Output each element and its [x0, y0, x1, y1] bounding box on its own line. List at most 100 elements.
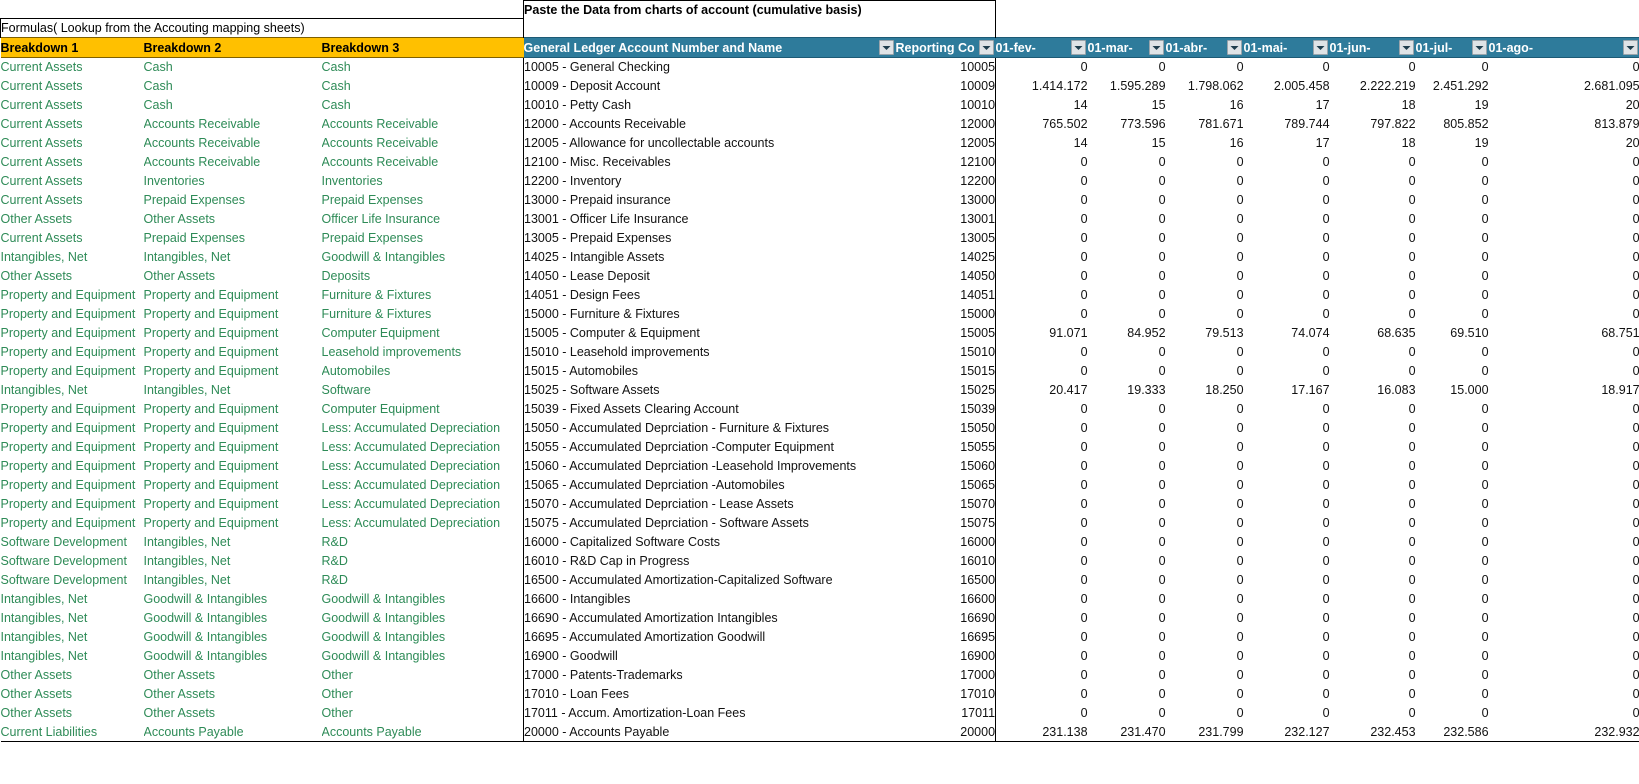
table-row[interactable]: Other Assets Other Assets Deposits 14050 - … — [1, 266, 1639, 286]
cell-period-5[interactable]: 0 — [1416, 286, 1489, 305]
header-period-5[interactable]: 01-jul- — [1415, 37, 1489, 58]
cell-breakdown-3[interactable]: Goodwill & Intangibles — [322, 609, 524, 628]
cell-reporting-code[interactable]: 17010 — [895, 684, 997, 704]
cell-period-0[interactable]: 0 — [996, 495, 1088, 514]
cell-period-4[interactable]: 0 — [1330, 552, 1416, 571]
cell-breakdown-3[interactable]: Less: Accumulated Depreciation — [322, 476, 524, 495]
table-row[interactable]: Current Assets Prepaid Expenses Prepaid Ex… — [1, 228, 1639, 248]
cell-gl-account[interactable]: 15025 - Software Assets — [523, 380, 896, 400]
cell-period-3[interactable]: 0 — [1244, 305, 1330, 324]
header-period-3[interactable]: 01-mai- — [1243, 37, 1330, 58]
cell-period-1[interactable]: 0 — [1088, 153, 1166, 172]
cell-reporting-code[interactable]: 15015 — [895, 361, 997, 381]
cell-period-0[interactable]: 0 — [996, 210, 1088, 229]
cell-period-2[interactable]: 781.671 — [1166, 115, 1243, 134]
cell-gl-account[interactable]: 13005 - Prepaid Expenses — [523, 228, 896, 248]
cell-breakdown-1[interactable]: Property and Equipment — [1, 362, 144, 381]
table-row[interactable]: Other Assets Other Assets Other 17011 - Acc… — [1, 703, 1639, 723]
cell-breakdown-1[interactable]: Intangibles, Net — [1, 590, 144, 609]
filter-dropdown-icon-period-0[interactable] — [1070, 40, 1086, 55]
cell-breakdown-2[interactable]: Accounts Receivable — [144, 153, 322, 172]
cell-period-6[interactable]: 0 — [1489, 647, 1639, 666]
filter-dropdown-icon-gl[interactable] — [878, 40, 894, 55]
cell-period-4[interactable]: 0 — [1330, 666, 1416, 685]
cell-breakdown-3[interactable]: Leasehold improvements — [322, 343, 524, 362]
cell-period-4[interactable]: 0 — [1330, 457, 1416, 476]
cell-period-0[interactable]: 14 — [996, 96, 1088, 115]
cell-period-6[interactable]: 0 — [1489, 267, 1639, 286]
table-row[interactable]: Software Development Intangibles, Net R&D 1… — [1, 570, 1639, 590]
cell-period-3[interactable]: 0 — [1244, 58, 1330, 77]
cell-period-4[interactable]: 0 — [1330, 210, 1416, 229]
filter-dropdown-icon-period-4[interactable] — [1398, 40, 1414, 55]
cell-period-3[interactable]: 0 — [1244, 191, 1330, 210]
cell-period-1[interactable]: 0 — [1088, 58, 1166, 77]
cell-period-0[interactable]: 0 — [996, 571, 1088, 590]
cell-period-6[interactable]: 0 — [1489, 571, 1639, 590]
cell-period-0[interactable]: 0 — [996, 647, 1088, 666]
cell-breakdown-1[interactable]: Software Development — [1, 571, 144, 590]
cell-period-4[interactable]: 18 — [1330, 96, 1416, 115]
cell-period-5[interactable]: 0 — [1416, 609, 1489, 628]
cell-period-5[interactable]: 0 — [1416, 248, 1489, 267]
cell-reporting-code[interactable]: 14050 — [895, 266, 997, 286]
header-period-0[interactable]: 01-fev- — [995, 37, 1088, 58]
cell-period-2[interactable]: 79.513 — [1166, 324, 1243, 343]
cell-breakdown-1[interactable]: Property and Equipment — [1, 476, 144, 495]
cell-reporting-code[interactable]: 12200 — [895, 171, 997, 191]
cell-period-0[interactable]: 0 — [996, 286, 1088, 305]
cell-reporting-code[interactable]: 15060 — [895, 456, 997, 476]
cell-period-5[interactable]: 0 — [1416, 305, 1489, 324]
cell-breakdown-2[interactable]: Property and Equipment — [144, 514, 322, 533]
cell-period-4[interactable]: 0 — [1330, 476, 1416, 495]
cell-period-4[interactable]: 0 — [1330, 571, 1416, 590]
table-row[interactable]: Intangibles, Net Goodwill & Intangibles Go… — [1, 608, 1639, 628]
header-period-1[interactable]: 01-mar- — [1087, 37, 1166, 58]
cell-period-0[interactable]: 0 — [996, 248, 1088, 267]
cell-period-6[interactable]: 0 — [1489, 495, 1639, 514]
cell-period-2[interactable]: 0 — [1166, 647, 1244, 666]
cell-period-4[interactable]: 0 — [1330, 685, 1416, 704]
cell-period-0[interactable]: 0 — [996, 362, 1088, 381]
cell-period-2[interactable]: 0 — [1166, 58, 1244, 77]
cell-period-3[interactable]: 789.744 — [1244, 115, 1329, 134]
cell-gl-account[interactable]: 16500 - Accumulated Amortization-Capital… — [523, 570, 896, 590]
cell-period-1[interactable]: 0 — [1088, 647, 1166, 666]
cell-period-5[interactable]: 15.000 — [1416, 381, 1488, 400]
cell-period-2[interactable]: 0 — [1166, 628, 1244, 647]
header-breakdown-2[interactable]: Breakdown 2 — [143, 37, 322, 58]
cell-period-4[interactable]: 0 — [1330, 248, 1416, 267]
cell-reporting-code[interactable]: 16500 — [895, 570, 997, 590]
cell-reporting-code[interactable]: 16010 — [895, 551, 997, 571]
cell-period-0[interactable]: 14 — [996, 134, 1088, 153]
cell-period-0[interactable]: 0 — [996, 590, 1088, 609]
cell-period-1[interactable]: 19.333 — [1088, 381, 1165, 400]
cell-breakdown-3[interactable]: Goodwill & Intangibles — [322, 248, 524, 267]
cell-period-5[interactable]: 0 — [1416, 628, 1489, 647]
cell-breakdown-3[interactable]: Less: Accumulated Depreciation — [322, 419, 524, 438]
table-row[interactable]: Software Development Intangibles, Net R&D 1… — [1, 551, 1639, 571]
cell-breakdown-2[interactable]: Property and Equipment — [144, 476, 322, 495]
cell-period-0[interactable]: 0 — [996, 476, 1088, 495]
cell-period-0[interactable]: 0 — [996, 267, 1088, 286]
cell-period-6[interactable]: 0 — [1489, 305, 1639, 324]
table-row[interactable]: Property and Equipment Property and Equip… — [1, 456, 1639, 476]
cell-reporting-code[interactable]: 15039 — [895, 399, 997, 419]
cell-period-2[interactable]: 231.799 — [1165, 722, 1244, 742]
cell-period-6[interactable]: 0 — [1489, 666, 1639, 685]
cell-period-3[interactable]: 0 — [1244, 476, 1330, 495]
cell-breakdown-3[interactable]: Deposits — [322, 267, 524, 286]
cell-gl-account[interactable]: 17010 - Loan Fees — [523, 684, 896, 704]
cell-breakdown-1[interactable]: Other Assets — [1, 210, 144, 229]
cell-gl-account[interactable]: 10005 - General Checking — [523, 57, 896, 77]
cell-breakdown-3[interactable]: Goodwill & Intangibles — [322, 647, 524, 666]
cell-gl-account[interactable]: 20000 - Accounts Payable — [523, 722, 896, 742]
filter-dropdown-icon-period-1[interactable] — [1148, 40, 1164, 55]
cell-breakdown-2[interactable]: Cash — [144, 58, 322, 77]
table-row[interactable]: Property and Equipment Property and Equip… — [1, 475, 1639, 495]
cell-period-6[interactable]: 813.879 — [1489, 115, 1639, 134]
cell-period-2[interactable]: 16 — [1166, 134, 1244, 153]
table-row[interactable]: Other Assets Other Assets Other 17010 - Loa… — [1, 684, 1639, 704]
table-row[interactable]: Intangibles, Net Intangibles, Net Software… — [1, 380, 1639, 400]
table-row[interactable]: Intangibles, Net Goodwill & Intangibles Go… — [1, 589, 1639, 609]
